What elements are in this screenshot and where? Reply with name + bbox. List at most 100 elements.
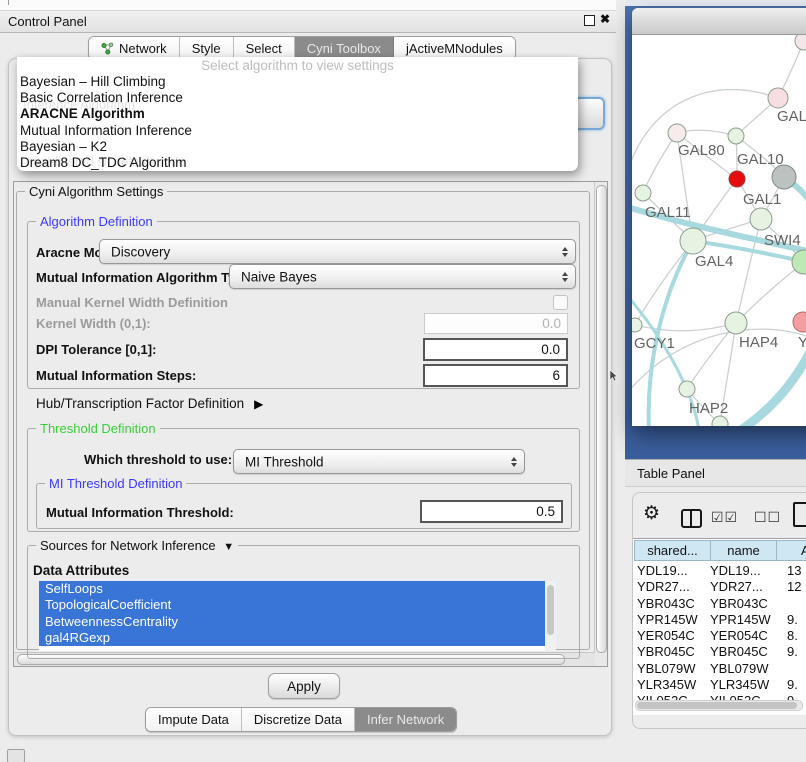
- table-row[interactable]: YIL052CYIL052C9.: [634, 693, 806, 700]
- table-cell: YLR345W: [710, 677, 769, 693]
- dpi-tolerance-label: DPI Tolerance [0,1]:: [36, 342, 156, 357]
- table-row[interactable]: YBR043CYBR043C: [634, 596, 806, 612]
- hub-definition-toggle[interactable]: Hub/Transcription Factor Definition▶: [36, 396, 263, 411]
- network-canvas[interactable]: GAL7GAL80GAL10GAL11GAL1SWI4GAL4GCY1HAP4Y…: [632, 35, 806, 426]
- tab-label: Impute Data: [158, 712, 229, 727]
- collapsed-panel-icon[interactable]: [7, 749, 25, 762]
- mi-threshold-field[interactable]: 0.5: [420, 500, 563, 523]
- tab-discretize-data[interactable]: Discretize Data: [242, 708, 355, 731]
- list-vertical-scrollbar[interactable]: [545, 581, 556, 651]
- node-red-node[interactable]: [729, 171, 745, 187]
- table-cell: YDR27...: [637, 579, 690, 595]
- column-header-shared[interactable]: shared...: [634, 540, 711, 561]
- table-cell: YBL079W: [637, 661, 696, 677]
- scrollbar-thumb[interactable]: [547, 585, 554, 635]
- table-cell: 9.: [787, 693, 798, 700]
- tab-network[interactable]: Network: [89, 37, 180, 59]
- node-gal4[interactable]: [680, 228, 706, 254]
- desktop-top-strip: [625, 0, 806, 6]
- table-cell: YER054C: [710, 628, 768, 644]
- table-cell: YPR145W: [710, 612, 771, 628]
- node-corner[interactable]: [795, 35, 806, 50]
- table-row[interactable]: YBR045CYBR045C9.: [634, 644, 806, 660]
- table-panel-titlebar: Table Panel: [625, 459, 806, 487]
- node-gal1[interactable]: [750, 208, 772, 230]
- node-bottom-node[interactable]: [712, 416, 728, 426]
- aracne-mode-combo[interactable]: Discovery: [99, 239, 576, 264]
- dpi-tolerance-field[interactable]: 0.0: [423, 338, 568, 361]
- attribute-item-selfloops[interactable]: SelfLoops: [39, 581, 545, 597]
- table-row[interactable]: YER054CYER054C8.: [634, 628, 806, 644]
- table-cell: YDL19...: [710, 563, 761, 579]
- node-label-gal7: GAL7: [777, 108, 806, 125]
- node-gal80[interactable]: [668, 124, 686, 142]
- group-title: Threshold Definition: [36, 421, 160, 436]
- table-row[interactable]: YLR345WYLR345W9.: [634, 677, 806, 693]
- document-icon[interactable]: [793, 502, 806, 527]
- column-header-name[interactable]: name: [710, 540, 777, 561]
- node-gal10[interactable]: [728, 128, 744, 144]
- unchecked-boxes-icon[interactable]: ☐☐: [754, 509, 781, 526]
- scrollbar-thumb[interactable]: [596, 185, 607, 653]
- collapse-arrow-icon[interactable]: ▼: [223, 541, 234, 553]
- table-horizontal-scrollbar[interactable]: [635, 700, 803, 711]
- dropdown-item-mutual-information-inference[interactable]: Mutual Information Inference: [17, 123, 578, 139]
- node-label-gal10: GAL10: [737, 151, 784, 168]
- tab-cyni-toolbox[interactable]: Cyni Toolbox: [295, 37, 394, 59]
- node-hap4[interactable]: [725, 312, 747, 334]
- close-icon[interactable]: ✖: [600, 12, 610, 26]
- dropdown-item-bayesian-k2[interactable]: Bayesian – K2: [17, 139, 578, 155]
- node-hap2[interactable]: [679, 381, 695, 397]
- column-header-partial[interactable]: A: [776, 540, 806, 561]
- dropdown-placeholder: Select algorithm to view settings: [17, 58, 578, 74]
- vertical-scrollbar[interactable]: [594, 182, 607, 666]
- tab-infer-network[interactable]: Infer Network: [355, 708, 456, 731]
- tab-style[interactable]: Style: [180, 37, 234, 59]
- table-cell: YBL079W: [710, 661, 769, 677]
- table-row[interactable]: YDL19...YDL19...13: [634, 563, 806, 579]
- scrollbar-thumb[interactable]: [637, 702, 797, 709]
- float-window-icon[interactable]: [584, 15, 595, 26]
- gear-icon[interactable]: ⚙: [643, 504, 660, 523]
- attribute-item-topologicalcoefficient[interactable]: TopologicalCoefficient: [39, 597, 545, 613]
- tab-select[interactable]: Select: [234, 37, 295, 59]
- node-pink-node[interactable]: [793, 312, 806, 332]
- which-threshold-combo[interactable]: MI Threshold: [233, 449, 525, 474]
- attribute-item-gal4rgexp[interactable]: gal4RGexp: [39, 630, 545, 646]
- mi-steps-field[interactable]: 6: [423, 364, 568, 387]
- algorithm-dropdown-popup: Select algorithm to view settings Infere…: [17, 57, 578, 171]
- mi-type-combo[interactable]: Naive Bayes: [229, 264, 576, 289]
- table-row[interactable]: YDR27...YDR27...12: [634, 579, 806, 595]
- table-row[interactable]: YPR145WYPR145W9.: [634, 612, 806, 628]
- ghost-text: Inference Algorithm: [23, 97, 135, 112]
- data-attributes-list[interactable]: SelfLoopsTopologicalCoefficientBetweenne…: [39, 581, 556, 651]
- checked-boxes-icon[interactable]: ☑☑: [711, 509, 738, 526]
- node-gray-node[interactable]: [772, 165, 796, 189]
- node-label-swi4: SWI4: [764, 232, 801, 249]
- table-cell: YBR043C: [710, 596, 768, 612]
- bottom-tabbar: Impute Data Discretize Data Infer Network: [145, 707, 457, 732]
- kernel-width-field[interactable]: 0.0: [424, 313, 568, 334]
- network-window-titlebar[interactable]: [632, 8, 806, 35]
- table-row[interactable]: YBL079W YBL079W: [634, 661, 806, 677]
- table-panel-title: Table Panel: [637, 466, 705, 481]
- tab-jactivemnodules[interactable]: jActiveMNodules: [394, 37, 515, 59]
- control-panel-titlebar: Control Panel: [0, 10, 616, 33]
- tab-label: Infer Network: [367, 712, 444, 727]
- manual-kernel-checkbox[interactable]: [553, 295, 568, 310]
- node-gcy1[interactable]: [632, 318, 642, 332]
- network-graph[interactable]: GAL7GAL80GAL10GAL11GAL1SWI4GAL4GCY1HAP4Y…: [632, 35, 806, 426]
- table-cell: YIL052C: [637, 693, 688, 700]
- apply-button[interactable]: Apply: [268, 673, 340, 699]
- table-rows[interactable]: YDL19...YDL19...13YDR27...YDR27...12YBR0…: [634, 563, 806, 700]
- node-gal11[interactable]: [635, 185, 651, 201]
- dropdown-item-bayesian-hill-climbing[interactable]: Bayesian – Hill Climbing: [17, 74, 578, 90]
- sources-group-title[interactable]: Sources for Network Inference ▼: [36, 538, 238, 553]
- expand-arrow-icon[interactable]: ▶: [254, 397, 263, 411]
- tab-impute-data[interactable]: Impute Data: [146, 708, 242, 731]
- attribute-item-betweennesscentrality[interactable]: BetweennessCentrality: [39, 614, 545, 630]
- columns-icon[interactable]: [681, 509, 702, 528]
- node-gal7[interactable]: [768, 88, 788, 108]
- table-cell: YDL19...: [637, 563, 688, 579]
- node-label-gal4: GAL4: [695, 253, 733, 270]
